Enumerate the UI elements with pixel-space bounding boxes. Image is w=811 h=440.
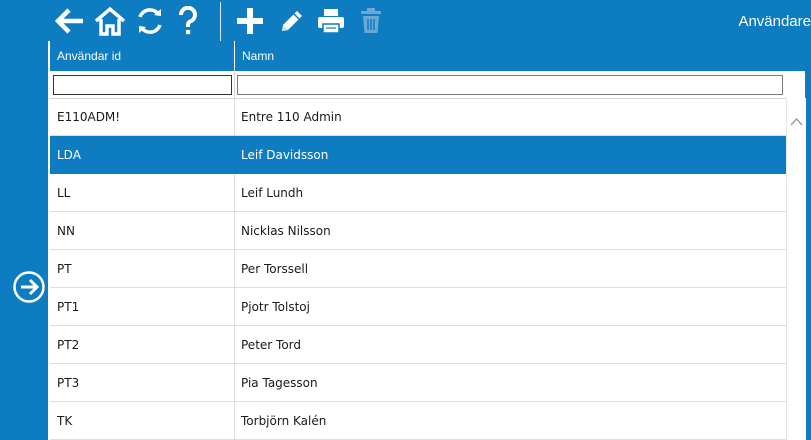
help-icon[interactable] xyxy=(170,4,206,38)
arrow-right-circle-icon[interactable] xyxy=(12,270,46,304)
cell-separator xyxy=(234,326,235,363)
users-grid: Användar id Namn E110ADM! Entre 110 Admin… xyxy=(50,41,806,440)
name-cell: Leif Davidsson xyxy=(241,148,329,162)
user-id-cell: E110ADM! xyxy=(57,110,121,124)
table-row[interactable]: TK Torbjörn Kalén xyxy=(50,402,786,440)
user-id-cell: PT1 xyxy=(57,300,80,314)
user-id-filter-input[interactable] xyxy=(53,75,232,95)
back-arrow-icon[interactable] xyxy=(52,4,88,38)
print-icon[interactable] xyxy=(313,4,349,38)
scroll-up-icon[interactable] xyxy=(790,112,803,126)
name-cell: Nicklas Nilsson xyxy=(241,224,331,238)
table-row[interactable]: PT3 Pia Tagesson xyxy=(50,364,786,402)
table-row[interactable]: LDA Leif Davidsson xyxy=(50,136,786,174)
edit-pencil-icon[interactable] xyxy=(274,4,310,38)
vertical-scrollbar[interactable] xyxy=(786,98,806,440)
user-id-cell: TK xyxy=(57,414,73,428)
table-row[interactable]: E110ADM! Entre 110 Admin xyxy=(50,98,786,136)
home-icon[interactable] xyxy=(92,4,128,38)
table-row[interactable]: PT1 Pjotr Tolstoj xyxy=(50,288,786,326)
name-cell: Leif Lundh xyxy=(241,186,304,200)
user-id-cell: NN xyxy=(57,224,75,238)
toolbar-separator xyxy=(220,2,221,41)
user-id-cell: PT3 xyxy=(57,376,80,390)
toolbar: Användare xyxy=(48,0,811,41)
refresh-icon[interactable] xyxy=(132,4,168,38)
table-row[interactable]: PT Per Torssell xyxy=(50,250,786,288)
cell-separator xyxy=(234,212,235,249)
cell-separator xyxy=(234,174,235,211)
name-cell: Entre 110 Admin xyxy=(241,110,342,124)
name-filter-input[interactable] xyxy=(237,75,783,95)
user-id-cell: PT xyxy=(57,262,72,276)
name-cell: Torbjörn Kalén xyxy=(241,414,327,428)
add-icon[interactable] xyxy=(232,4,268,38)
table-row[interactable]: PT2 Peter Tord xyxy=(50,326,786,364)
table-row[interactable]: LL Leif Lundh xyxy=(50,174,786,212)
user-id-cell: LDA xyxy=(57,148,81,162)
name-cell: Peter Tord xyxy=(241,338,301,352)
cell-separator xyxy=(234,98,235,135)
page-title: Användare xyxy=(738,13,811,30)
table-row[interactable]: NN Nicklas Nilsson xyxy=(50,212,786,250)
cell-separator xyxy=(234,364,235,401)
filter-row xyxy=(50,71,805,99)
filter-separator xyxy=(234,71,235,98)
user-id-cell: PT2 xyxy=(57,338,80,352)
grid-rows: E110ADM! Entre 110 Admin LDA Leif Davidsson… xyxy=(50,98,786,440)
column-header-user-id[interactable]: Användar id xyxy=(50,41,234,71)
cell-separator xyxy=(234,288,235,325)
left-sidebar xyxy=(0,0,48,440)
name-cell: Per Torssell xyxy=(241,262,309,276)
column-header-name[interactable]: Namn xyxy=(235,41,805,71)
name-cell: Pia Tagesson xyxy=(241,376,318,390)
cell-separator xyxy=(234,250,235,287)
cell-separator xyxy=(234,136,235,173)
cell-separator xyxy=(234,402,235,439)
name-cell: Pjotr Tolstoj xyxy=(241,300,310,314)
user-id-cell: LL xyxy=(57,186,71,200)
delete-trash-icon[interactable] xyxy=(353,4,389,38)
